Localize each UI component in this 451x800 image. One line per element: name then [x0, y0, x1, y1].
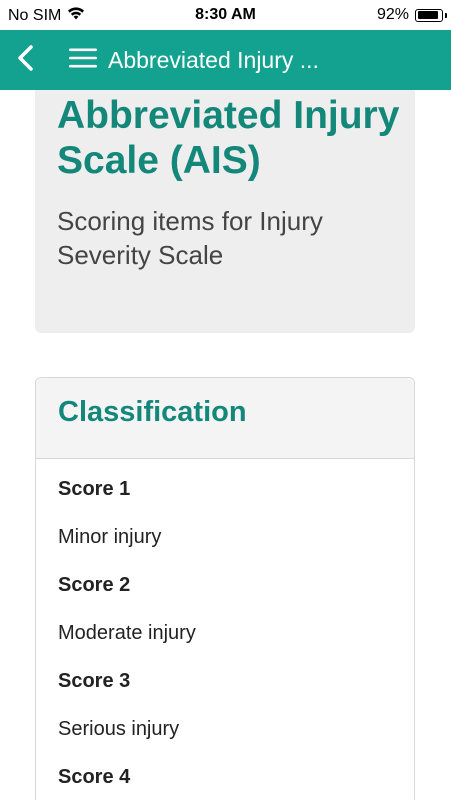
score-label: Score 3	[58, 670, 131, 692]
score-label: Score 2	[58, 574, 131, 596]
classification-title: Classification	[58, 396, 247, 428]
back-button[interactable]	[8, 42, 44, 78]
classification-header: Classification	[36, 378, 414, 459]
main-content[interactable]: Abbreviated Injury Scale (AIS) Scoring i…	[0, 90, 451, 800]
battery-percent: 92%	[376, 6, 409, 23]
score-label: Score 4	[58, 766, 131, 788]
classification-card: Classification Score 1 Minor injury Scor…	[35, 377, 415, 800]
page-subtitle: Scoring items for Injury Severity Scale	[57, 206, 323, 270]
battery-level-fill	[417, 11, 438, 19]
menu-button[interactable]	[66, 45, 100, 75]
app-bar-title: Abbreviated Injury ...	[108, 47, 319, 73]
battery-tip	[444, 12, 447, 18]
battery-icon	[415, 8, 447, 22]
status-bar: No SIM 8:30 AM 92%	[0, 0, 451, 30]
score-description: Minor injury	[58, 526, 162, 548]
score-label: Score 1	[58, 478, 131, 500]
page-title: Abbreviated Injury Scale (AIS)	[57, 94, 400, 182]
status-right: 92%	[376, 6, 447, 24]
classification-list: Score 1 Minor injury Score 2 Moderate in…	[58, 478, 398, 800]
hero-card: Abbreviated Injury Scale (AIS) Scoring i…	[35, 90, 415, 333]
chevron-left-icon	[16, 44, 36, 77]
app-screen: No SIM 8:30 AM 92% Abbreviated Injury ..…	[0, 0, 451, 800]
score-description: Serious injury	[58, 718, 180, 740]
hamburger-menu-icon	[68, 47, 98, 74]
app-bar: Abbreviated Injury ...	[0, 30, 451, 90]
score-description: Moderate injury	[58, 622, 196, 644]
